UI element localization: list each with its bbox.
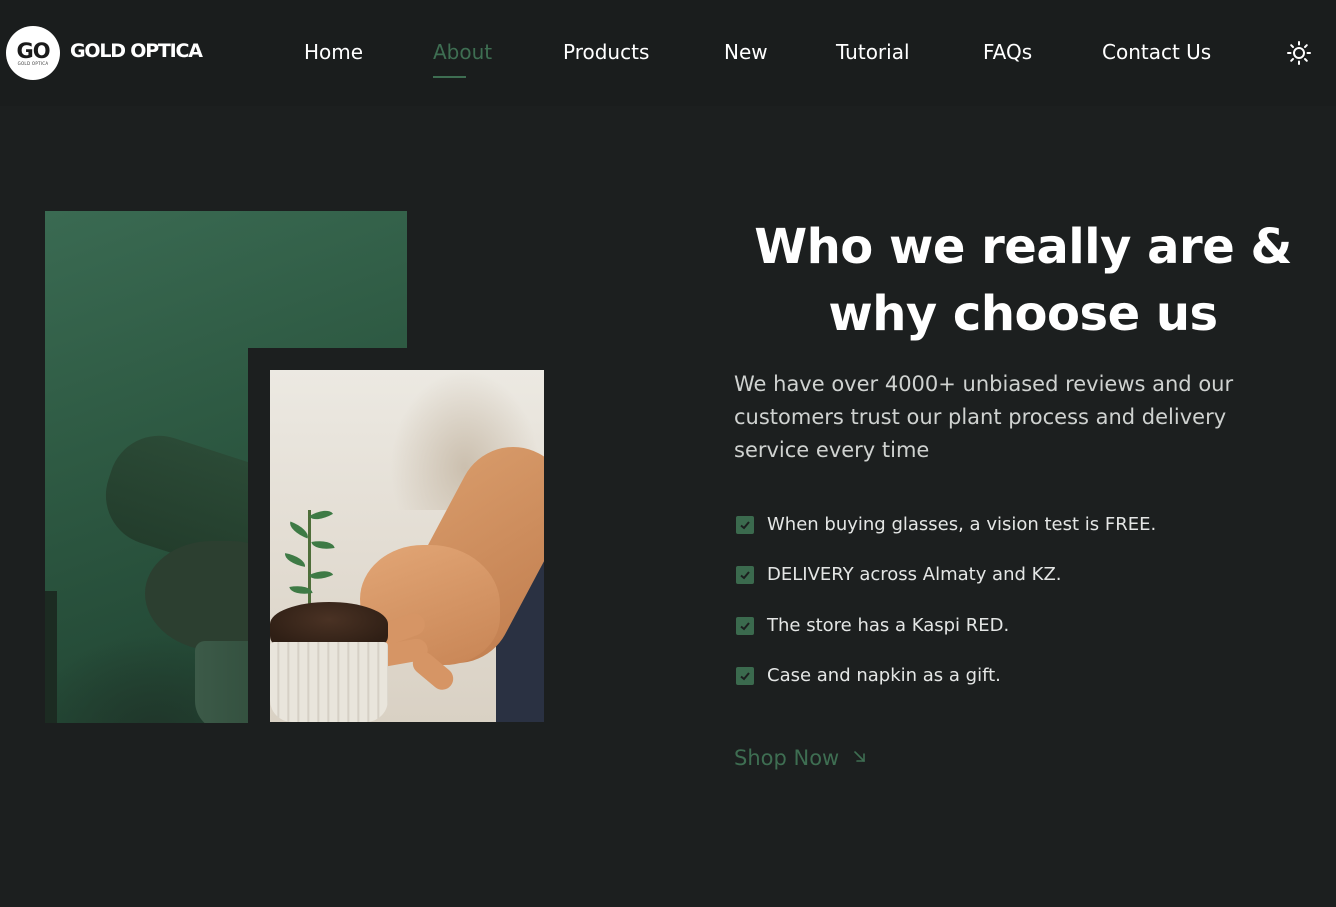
heading-line-2: why choose us bbox=[828, 286, 1218, 342]
nav-active-indicator bbox=[433, 76, 466, 78]
feature-text: The store has a Kaspi RED. bbox=[767, 615, 1010, 636]
nav-products[interactable]: Products bbox=[563, 40, 649, 64]
feature-item: When buying glasses, a vision test is FR… bbox=[736, 514, 1156, 535]
checkbox-icon bbox=[736, 515, 754, 534]
about-intro: We have over 4000+ unbiased reviews and … bbox=[734, 372, 1234, 462]
shop-now-button[interactable]: Shop Now bbox=[734, 746, 867, 770]
site-header: GO GOLD OPTICA GOLD OPTICA Home About Pr… bbox=[0, 0, 1336, 106]
shop-now-label: Shop Now bbox=[734, 746, 840, 770]
about-page: GO GOLD OPTICA GOLD OPTICA Home About Pr… bbox=[0, 0, 1336, 907]
feature-item: DELIVERY across Almaty and KZ. bbox=[736, 564, 1062, 585]
heading-line-1: Who we really are & bbox=[754, 219, 1292, 275]
nav-contact-us[interactable]: Contact Us bbox=[1102, 40, 1211, 64]
logo[interactable]: GO GOLD OPTICA bbox=[6, 26, 60, 80]
checkbox-icon bbox=[736, 666, 754, 685]
checkbox-icon bbox=[736, 616, 754, 635]
nav-about[interactable]: About bbox=[433, 40, 492, 64]
feature-item: The store has a Kaspi RED. bbox=[736, 615, 1009, 636]
feature-text: When buying glasses, a vision test is FR… bbox=[767, 514, 1157, 535]
nav-faqs[interactable]: FAQs bbox=[983, 40, 1032, 64]
about-image-plant bbox=[270, 370, 544, 722]
sun-icon[interactable] bbox=[1286, 40, 1312, 66]
nav-home[interactable]: Home bbox=[304, 40, 363, 64]
logo-monogram: GO bbox=[16, 38, 50, 63]
feature-item: Case and napkin as a gift. bbox=[736, 665, 1001, 686]
about-heading: Who we really are & why choose us bbox=[740, 214, 1306, 348]
nav-tutorial[interactable]: Tutorial bbox=[836, 40, 910, 64]
feature-text: Case and napkin as a gift. bbox=[767, 665, 1001, 686]
brand-name[interactable]: GOLD OPTICA bbox=[70, 40, 203, 62]
checkbox-icon bbox=[736, 565, 754, 584]
nav-new[interactable]: New bbox=[724, 40, 768, 64]
arrow-down-right-icon bbox=[853, 749, 867, 768]
feature-text: DELIVERY across Almaty and KZ. bbox=[767, 564, 1062, 585]
logo-subtext: GOLD OPTICA bbox=[17, 60, 49, 66]
